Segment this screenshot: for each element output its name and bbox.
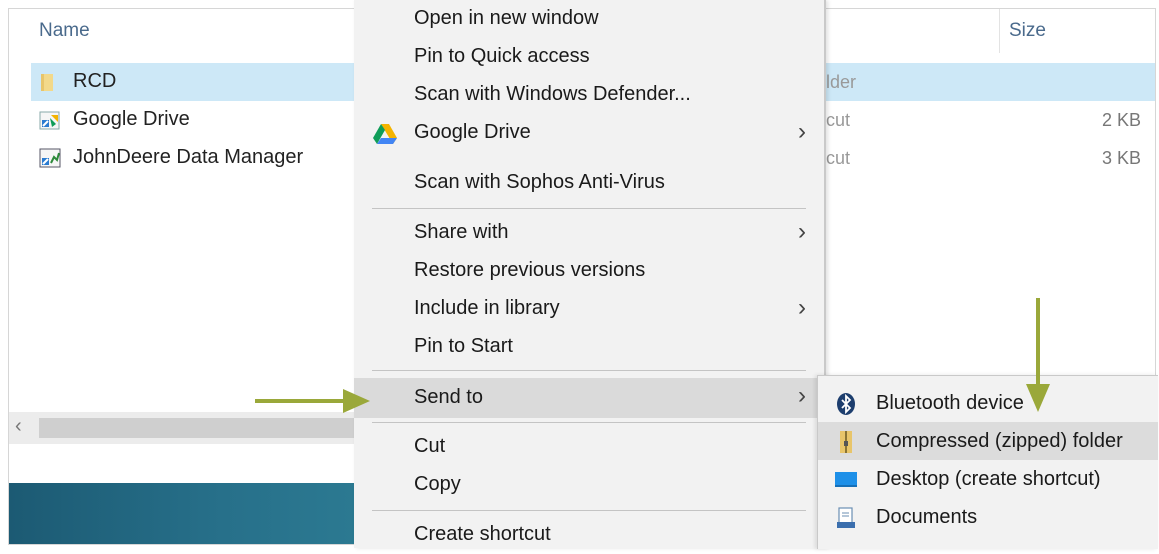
menu-separator [372,370,806,371]
submenu-item-label: Bluetooth device [876,392,1024,414]
menu-separator [372,510,806,511]
menu-item-scan-windows-defender[interactable]: Scan with Windows Defender... [354,78,824,114]
menu-item-include-in-library[interactable]: Include in library › [354,292,824,328]
menu-item-label: Open in new window [414,7,599,29]
horizontal-scrollbar[interactable]: ‹ [9,412,365,444]
menu-item-share-with[interactable]: Share with › [354,216,824,252]
menu-item-restore-previous-versions[interactable]: Restore previous versions [354,254,824,290]
menu-item-label: Google Drive [414,121,531,143]
menu-item-label: Scan with Windows Defender... [414,83,691,105]
chevron-right-icon: › [798,218,806,245]
send-to-submenu: Bluetooth device Compressed (zipped) fol… [817,375,1158,549]
submenu-item-label: Desktop (create shortcut) [876,468,1101,490]
file-size: 2 KB [1101,110,1141,130]
menu-item-label: Pin to Start [414,335,513,357]
chevron-right-icon: › [798,118,806,145]
menu-item-label: Share with [414,221,509,243]
menu-item-label: Pin to Quick access [414,45,590,67]
submenu-item-documents[interactable]: Documents [818,498,1158,536]
file-size: 3 KB [1101,148,1141,168]
menu-item-pin-to-start[interactable]: Pin to Start [354,330,824,366]
context-menu: Open in new window Pin to Quick access S… [354,0,826,548]
scrollbar-thumb[interactable] [39,418,359,438]
desktop-icon [835,472,857,487]
menu-item-send-to[interactable]: Send to › [354,378,824,418]
column-header-name[interactable]: Name [39,20,90,42]
menu-item-label: Scan with Sophos Anti-Virus [414,171,665,193]
file-name: RCD [73,70,117,92]
zip-folder-icon [840,431,852,453]
menu-item-copy[interactable]: Copy [354,468,824,504]
submenu-item-label: Documents [876,506,978,528]
annotation-arrow-down-icon [1026,298,1050,412]
menu-item-label: Copy [414,473,461,495]
column-separator[interactable] [999,9,1000,53]
menu-item-label: Restore previous versions [414,259,646,281]
folder-icon [41,74,53,91]
google-drive-icon [373,124,397,144]
bluetooth-icon [837,393,855,415]
menu-separator [372,422,806,423]
menu-item-label: Send to [414,386,483,408]
submenu-item-desktop-create-shortcut[interactable]: Desktop (create shortcut) [818,460,1158,498]
submenu-item-compressed-zipped-folder[interactable]: Compressed (zipped) folder [818,422,1158,460]
submenu-item-label: Compressed (zipped) folder [876,430,1123,452]
menu-item-open-in-new-window[interactable]: Open in new window [354,2,824,38]
menu-separator [372,208,806,209]
menu-item-label: Create shortcut [414,523,551,545]
chevron-right-icon: › [798,294,806,321]
file-type: cut [826,110,851,130]
menu-item-label: Cut [414,435,446,457]
menu-item-scan-sophos[interactable]: Scan with Sophos Anti-Virus [354,166,824,202]
menu-item-pin-to-quick-access[interactable]: Pin to Quick access [354,40,824,76]
file-type: cut [826,148,851,168]
chevron-right-icon: › [798,382,806,409]
annotation-arrow-right-icon [255,389,370,413]
documents-icon [837,507,855,528]
shortcut-icon [39,111,60,130]
taskbar-strip [9,483,365,544]
menu-item-label: Include in library [414,297,560,319]
submenu-item-bluetooth-device[interactable]: Bluetooth device [818,384,1158,422]
menu-item-google-drive[interactable]: Google Drive › [354,116,824,152]
menu-item-cut[interactable]: Cut [354,430,824,466]
shortcut-icon [39,148,61,168]
file-name: Google Drive [73,108,190,130]
file-type: lder [826,72,857,92]
file-name: JohnDeere Data Manager [73,146,304,168]
column-header-size[interactable]: Size [1009,20,1046,42]
menu-item-create-shortcut[interactable]: Create shortcut [354,518,824,554]
scroll-left-icon[interactable]: ‹ [15,415,22,438]
